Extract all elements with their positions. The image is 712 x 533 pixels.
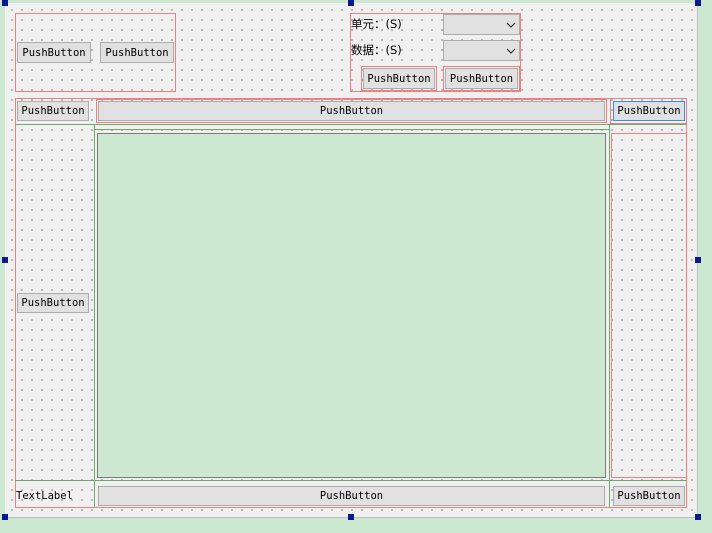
top-right-push-button-1[interactable]: PushButton — [363, 68, 435, 89]
selection-handle-bottom-left[interactable] — [2, 514, 8, 520]
selection-handle-top-left[interactable] — [2, 0, 8, 6]
unit-label: 单元：(S) — [351, 17, 402, 31]
row-separator-bottom — [15, 480, 687, 481]
footer-center-push-button[interactable]: PushButton — [98, 486, 605, 506]
side-left-push-button[interactable]: PushButton — [17, 293, 89, 313]
chevron-down-icon — [506, 22, 516, 28]
selection-handle-middle-right[interactable] — [695, 257, 701, 263]
selection-handle-middle-left[interactable] — [2, 257, 8, 263]
top-left-push-button-1[interactable]: PushButton — [17, 42, 91, 63]
central-view[interactable] — [97, 133, 606, 478]
chevron-down-icon — [506, 48, 516, 54]
top-right-push-button-2[interactable]: PushButton — [445, 68, 518, 89]
selection-handle-bottom-right[interactable] — [695, 514, 701, 520]
footer-text-label: TextLabel — [16, 490, 73, 502]
footer-right-push-button[interactable]: PushButton — [613, 486, 685, 506]
column-separator-left — [94, 124, 95, 508]
row-separator-top-1 — [15, 124, 687, 125]
data-combobox[interactable] — [443, 40, 520, 61]
data-label: 数据：(S) — [351, 43, 402, 57]
selection-handle-bottom-center[interactable] — [348, 514, 354, 520]
selection-handle-top-center[interactable] — [348, 0, 354, 6]
toolbar-center-push-button[interactable]: PushButton — [98, 101, 605, 121]
selection-handle-top-right[interactable] — [695, 0, 701, 6]
top-left-push-button-2[interactable]: PushButton — [100, 42, 174, 63]
right-spacer-frame — [611, 133, 687, 478]
toolbar-right-push-button[interactable]: PushButton — [613, 101, 685, 121]
row-separator-top-2 — [94, 129, 610, 130]
column-separator-right — [609, 124, 610, 508]
toolbar-left-push-button[interactable]: PushButton — [17, 101, 89, 121]
unit-combobox[interactable] — [443, 14, 520, 35]
